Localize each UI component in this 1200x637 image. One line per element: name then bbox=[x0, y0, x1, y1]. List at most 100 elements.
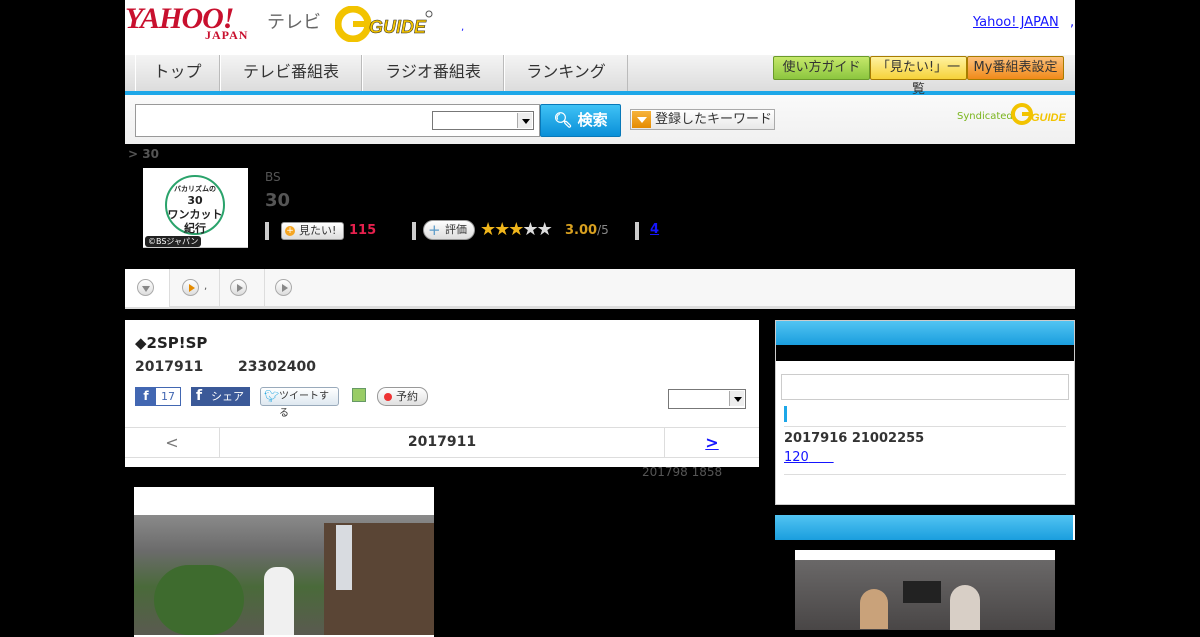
svg-text:GUIDE: GUIDE bbox=[1031, 112, 1067, 124]
logo-num: 30 bbox=[187, 194, 203, 207]
yahoo-japan-logo[interactable]: YAHOO! JAPAN bbox=[125, 4, 265, 43]
episode-date: 2017911 bbox=[135, 359, 204, 375]
camera-shape bbox=[903, 581, 941, 603]
star-icon: ★ bbox=[494, 219, 510, 240]
svg-text:GUIDE: GUIDE bbox=[369, 17, 427, 37]
divider bbox=[784, 474, 1066, 475]
search-button[interactable]: 🔍︎ 検索 bbox=[540, 104, 621, 137]
sidebar-link-text: 120 bbox=[784, 450, 809, 465]
syndicated-label: Syndicated bbox=[957, 111, 1013, 122]
rate-label: 評価 bbox=[445, 223, 467, 236]
rating-stars: ★★★★★ bbox=[480, 219, 553, 240]
tab-fourth[interactable] bbox=[265, 269, 310, 307]
header-dot: , bbox=[461, 22, 465, 33]
plus-icon: + bbox=[285, 226, 295, 236]
tv-label: テレビ bbox=[267, 12, 321, 33]
plus-icon: + bbox=[428, 221, 441, 239]
logo-line2: 紀行 bbox=[184, 222, 206, 235]
star-icon: ★ bbox=[522, 219, 538, 240]
next-broadcast-date: 2017916 21002255 bbox=[784, 431, 925, 446]
episode-nav: < 2017911 > bbox=[125, 427, 759, 458]
twitter-bird-icon: 🐦︎ bbox=[264, 389, 280, 403]
facebook-like-button[interactable]: f 17 bbox=[135, 387, 181, 406]
plant-shape bbox=[154, 565, 244, 635]
search-category-select[interactable] bbox=[432, 111, 534, 130]
facebook-icon: f bbox=[196, 388, 203, 404]
review-count-link[interactable]: 4 bbox=[650, 222, 659, 237]
divider bbox=[635, 222, 639, 240]
episode-time: 23302400 bbox=[238, 359, 316, 375]
divider bbox=[412, 222, 416, 240]
link-separator: , bbox=[1070, 15, 1075, 30]
breadcrumb: > 30 bbox=[128, 147, 159, 161]
episode-image bbox=[134, 487, 434, 637]
nav-tab-tv[interactable]: テレビ番組表 bbox=[220, 55, 362, 91]
mitai-button[interactable]: + 見たい! bbox=[281, 222, 344, 240]
sidebar-accent-bar bbox=[784, 406, 787, 422]
person-shape bbox=[950, 585, 980, 630]
star-icon: ★ bbox=[536, 219, 553, 240]
site-header: YAHOO! JAPAN テレビ GUIDE , Yahoo! JAPAN , bbox=[125, 0, 1075, 55]
person-shape bbox=[860, 589, 888, 629]
episode-panel: ◆2SP!SP 2017911 23302400 f 17 f シェア 🐦︎ ツイート… bbox=[125, 320, 759, 467]
episode-photo bbox=[134, 515, 434, 635]
program-thumbnail: バカリズムの 30 ワンカット 紀行 ©BSジャパン bbox=[143, 168, 248, 248]
nav-tab-ranking[interactable]: ランキング bbox=[504, 55, 628, 91]
gguide-logo[interactable]: GUIDE bbox=[335, 6, 435, 42]
content-tabs: , bbox=[125, 269, 1075, 309]
rating-score: 3.00/5 bbox=[565, 223, 609, 238]
score-max: /5 bbox=[597, 223, 609, 237]
reserve-button[interactable]: 予約 bbox=[377, 387, 428, 406]
play-icon bbox=[230, 279, 247, 296]
nav-tab-top[interactable]: トップ bbox=[135, 55, 220, 91]
sidebar-header bbox=[775, 515, 1073, 540]
rate-button[interactable]: + 評価 bbox=[423, 220, 475, 240]
yahoo-japan-link[interactable]: Yahoo! JAPAN bbox=[973, 15, 1059, 30]
episode-select[interactable] bbox=[668, 389, 746, 409]
program-channel: BS bbox=[265, 170, 281, 184]
tab-episodes[interactable] bbox=[125, 269, 170, 307]
tab-dot: , bbox=[204, 281, 208, 292]
nav-tab-radio[interactable]: ラジオ番組表 bbox=[362, 55, 504, 91]
search-button-label: 検索 bbox=[577, 111, 608, 129]
saved-keywords-label: 登録したキーワード bbox=[655, 112, 773, 127]
mitai-label: 見たい! bbox=[299, 224, 337, 237]
main-nav: トップ テレビ番組表 ラジオ番組表 ランキング 使い方ガイド 「見たい!」一覧 … bbox=[125, 55, 1075, 97]
facebook-share-button[interactable]: f シェア bbox=[191, 387, 250, 406]
window-shape bbox=[336, 525, 352, 590]
sidebar-next-broadcast: 2017916 21002255 120 bbox=[775, 320, 1075, 505]
my-schedule-button[interactable]: My番組表設定 bbox=[967, 56, 1064, 80]
dropdown-arrow-icon bbox=[632, 111, 651, 128]
reserve-label: 予約 bbox=[396, 390, 418, 403]
share-label: シェア bbox=[211, 390, 244, 403]
record-icon bbox=[384, 393, 392, 401]
star-icon: ★ bbox=[508, 219, 524, 240]
japan-logo-text: JAPAN bbox=[205, 28, 249, 42]
facebook-icon: f bbox=[136, 388, 156, 405]
chevron-down-icon bbox=[517, 113, 532, 128]
person-shape bbox=[264, 567, 294, 635]
episode-title: ◆2SP!SP bbox=[135, 334, 208, 352]
chevron-down-icon bbox=[729, 391, 744, 406]
gguide-small-logo: GUIDE bbox=[1011, 103, 1067, 125]
search-bar: 🔍︎ 検索 登録したキーワード Syndicated GUIDE bbox=[125, 95, 1075, 144]
updated-timestamp: 201798 1858 bbox=[642, 465, 723, 479]
saved-keywords-button[interactable]: 登録したキーワード bbox=[630, 109, 775, 130]
score-value: 3.00 bbox=[565, 223, 598, 238]
logo-line1: ワンカット bbox=[167, 208, 223, 221]
program-logo: バカリズムの 30 ワンカット 紀行 bbox=[165, 175, 225, 235]
guide-button[interactable]: 使い方ガイド bbox=[773, 56, 870, 80]
search-icon: 🔍︎ bbox=[553, 111, 573, 129]
sidebar-input[interactable] bbox=[781, 374, 1069, 400]
calendar-add-icon[interactable] bbox=[352, 388, 366, 402]
tab-third[interactable] bbox=[220, 269, 265, 307]
tab-second[interactable]: , bbox=[170, 269, 220, 307]
sidebar-link[interactable]: 120 bbox=[784, 450, 834, 465]
like-count: 17 bbox=[161, 390, 175, 403]
next-episode-link[interactable]: > bbox=[664, 428, 759, 457]
play-icon bbox=[275, 279, 292, 296]
prev-episode-button[interactable]: < bbox=[125, 428, 220, 457]
tweet-button[interactable]: 🐦︎ ツイートする bbox=[260, 387, 339, 419]
mitai-list-button[interactable]: 「見たい!」一覧 bbox=[870, 56, 967, 97]
star-icon: ★ bbox=[480, 219, 496, 240]
